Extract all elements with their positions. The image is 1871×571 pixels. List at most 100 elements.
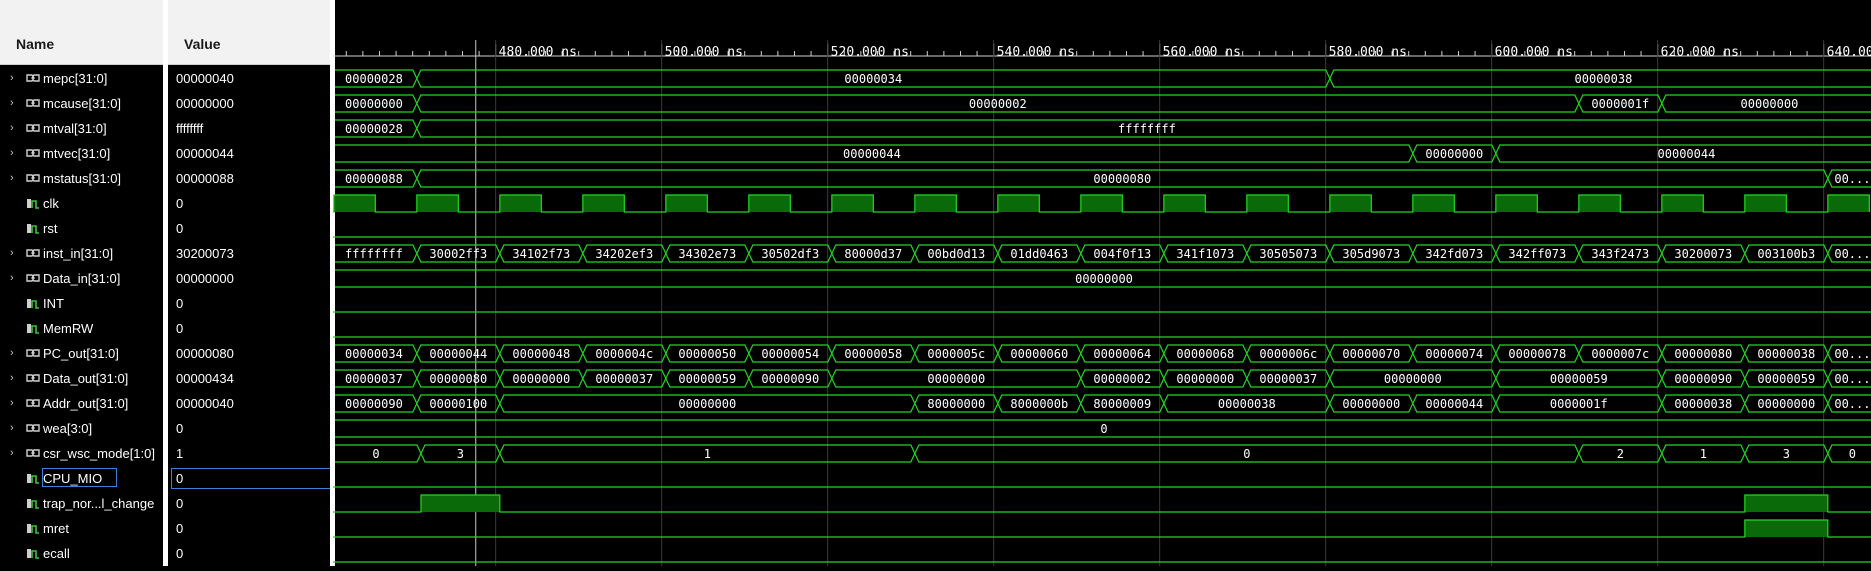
bus-value-label: 00... (1834, 397, 1870, 411)
clock-high-pulse (665, 195, 708, 212)
signal-row-clk[interactable]: clk (0, 191, 163, 216)
signal-row-data-out[interactable]: › Data_out[31:0] (0, 366, 163, 391)
bus-value-label: 00000080 (429, 372, 487, 386)
signal-name: mtvec[31:0] (43, 146, 111, 161)
signal-row-trap-nor-l-change[interactable]: trap_nor...l_change (0, 491, 163, 516)
bus-signal-icon (26, 249, 40, 257)
value-row-int[interactable]: 0 (168, 291, 330, 316)
value-row-pc-out[interactable]: 00000080 (168, 341, 330, 366)
expand-chevron-icon[interactable]: › (10, 141, 20, 166)
bus-value-label: 00000028 (345, 72, 403, 86)
value-row-trap-nor-l-change[interactable]: 0 (168, 491, 330, 516)
waveform-canvas[interactable]: 480.000 ns 500.000 ns 520.000 ns 540.000 ns… (333, 0, 1871, 566)
value-row-mtvec[interactable]: 00000044 (168, 141, 330, 166)
bus-value-label: 00000037 (1259, 372, 1317, 386)
expand-chevron-icon[interactable]: › (10, 66, 20, 91)
expand-chevron-icon[interactable]: › (10, 166, 20, 191)
bus-value-label: 00000038 (1575, 72, 1633, 86)
bus-value-label: 00000034 (345, 347, 403, 361)
signal-value: 0 (176, 296, 184, 311)
value-row-inst-in[interactable]: 30200073 (168, 241, 330, 266)
value-row-clk[interactable]: 0 (168, 191, 330, 216)
bus-value-label: 00000090 (345, 397, 403, 411)
bus-value-label: 00000070 (1342, 347, 1400, 361)
value-row-mcause[interactable]: 00000000 (168, 91, 330, 116)
bus-value-label: 00000028 (345, 122, 403, 136)
value-row-data-in[interactable]: 00000000 (168, 266, 330, 291)
bus-value-label: 00bd0d13 (927, 247, 985, 261)
value-header-label: Value (184, 36, 221, 52)
bus-value-label: 0 (1243, 447, 1250, 461)
signal-row-rst[interactable]: rst (0, 216, 163, 241)
clock-high-pulse (1412, 195, 1455, 212)
signal-name: csr_wsc_mode[1:0] (43, 446, 155, 461)
time-tick-label: 600.000 ns (1495, 45, 1573, 60)
expand-chevron-icon[interactable]: › (10, 391, 20, 416)
expand-chevron-icon[interactable]: › (10, 341, 20, 366)
signal-row-mcause[interactable]: › mcause[31:0] (0, 91, 163, 116)
bus-value-label: 30002ff3 (429, 247, 487, 261)
bus-value-label: 34202ef3 (595, 247, 653, 261)
signal-value: 00000040 (176, 71, 234, 86)
time-tick-label: 480.000 ns (499, 45, 577, 60)
value-row-mstatus[interactable]: 00000088 (168, 166, 330, 191)
signal-row-mepc[interactable]: › mepc[31:0] (0, 66, 163, 91)
bus-value-label: 00000080 (1674, 347, 1732, 361)
signal-row-int[interactable]: INT (0, 291, 163, 316)
signal-row-wea[interactable]: › wea[3:0] (0, 416, 163, 441)
clock-high-pulse (499, 195, 542, 212)
name-column: Name › mepc[31:0] › mcause[31:0] › mtval[31:0… (0, 0, 163, 566)
bit-signal-icon (27, 499, 39, 509)
signal-row-data-in[interactable]: › Data_in[31:0] (0, 266, 163, 291)
value-row-wea[interactable]: 0 (168, 416, 330, 441)
time-tick-label: 540.000 ns (997, 45, 1075, 60)
signal-row-ecall[interactable]: ecall (0, 541, 163, 566)
bus-value-label: 00000038 (1218, 397, 1276, 411)
signal-value: ffffffff (176, 121, 204, 136)
expand-chevron-icon[interactable]: › (10, 366, 20, 391)
bus-signal-icon (26, 399, 40, 407)
value-row-addr-out[interactable]: 00000040 (168, 391, 330, 416)
expand-chevron-icon[interactable]: › (10, 116, 20, 141)
bus-signal-icon (26, 349, 40, 357)
bus-value-label: 0000001f (1550, 397, 1608, 411)
expand-chevron-icon[interactable]: › (10, 441, 20, 466)
name-header-label: Name (16, 36, 55, 52)
waveform-area[interactable]: 480.000 ns 500.000 ns 520.000 ns 540.000 ns… (333, 0, 1871, 566)
expand-chevron-icon[interactable]: › (10, 416, 20, 441)
value-row-cpu-mio[interactable]: 0 (168, 466, 330, 491)
value-row-rst[interactable]: 0 (168, 216, 330, 241)
name-column-header[interactable]: Name (0, 0, 163, 65)
bit-signal-icon (27, 524, 39, 534)
signal-row-mret[interactable]: mret (0, 516, 163, 541)
signal-row-csr-wsc-mode[interactable]: › csr_wsc_mode[1:0] (0, 441, 163, 466)
selection-outline (171, 468, 330, 489)
bus-value-label: 0 (372, 447, 379, 461)
signal-row-mtval[interactable]: › mtval[31:0] (0, 116, 163, 141)
bus-value-label: 30200073 (1674, 247, 1732, 261)
value-row-memrw[interactable]: 0 (168, 316, 330, 341)
bus-value-label: 1 (704, 447, 711, 461)
pulse-wave (333, 519, 1871, 538)
expand-chevron-icon[interactable]: › (10, 91, 20, 116)
signal-name: mret (43, 521, 69, 536)
signal-row-addr-out[interactable]: › Addr_out[31:0] (0, 391, 163, 416)
signal-row-mtvec[interactable]: › mtvec[31:0] (0, 141, 163, 166)
value-row-ecall[interactable]: 0 (168, 541, 330, 566)
signal-row-memrw[interactable]: MemRW (0, 316, 163, 341)
expand-chevron-icon[interactable]: › (10, 266, 20, 291)
signal-row-mstatus[interactable]: › mstatus[31:0] (0, 166, 163, 191)
value-row-mtval[interactable]: ffffffff (168, 116, 330, 141)
value-row-data-out[interactable]: 00000434 (168, 366, 330, 391)
signal-row-pc-out[interactable]: › PC_out[31:0] (0, 341, 163, 366)
clock-high-pulse (1246, 195, 1289, 212)
bus-value-label: 00000060 (1010, 347, 1068, 361)
value-column-header[interactable]: Value (168, 0, 330, 65)
signal-row-inst-in[interactable]: › inst_in[31:0] (0, 241, 163, 266)
expand-chevron-icon[interactable]: › (10, 241, 20, 266)
value-row-mret[interactable]: 0 (168, 516, 330, 541)
signal-row-cpu-mio[interactable]: CPU_MIO (0, 466, 163, 491)
value-column: Value 00000040 00000000 ffffffff 00000044 00… (168, 0, 330, 566)
value-row-mepc[interactable]: 00000040 (168, 66, 330, 91)
value-row-csr-wsc-mode[interactable]: 1 (168, 441, 330, 466)
